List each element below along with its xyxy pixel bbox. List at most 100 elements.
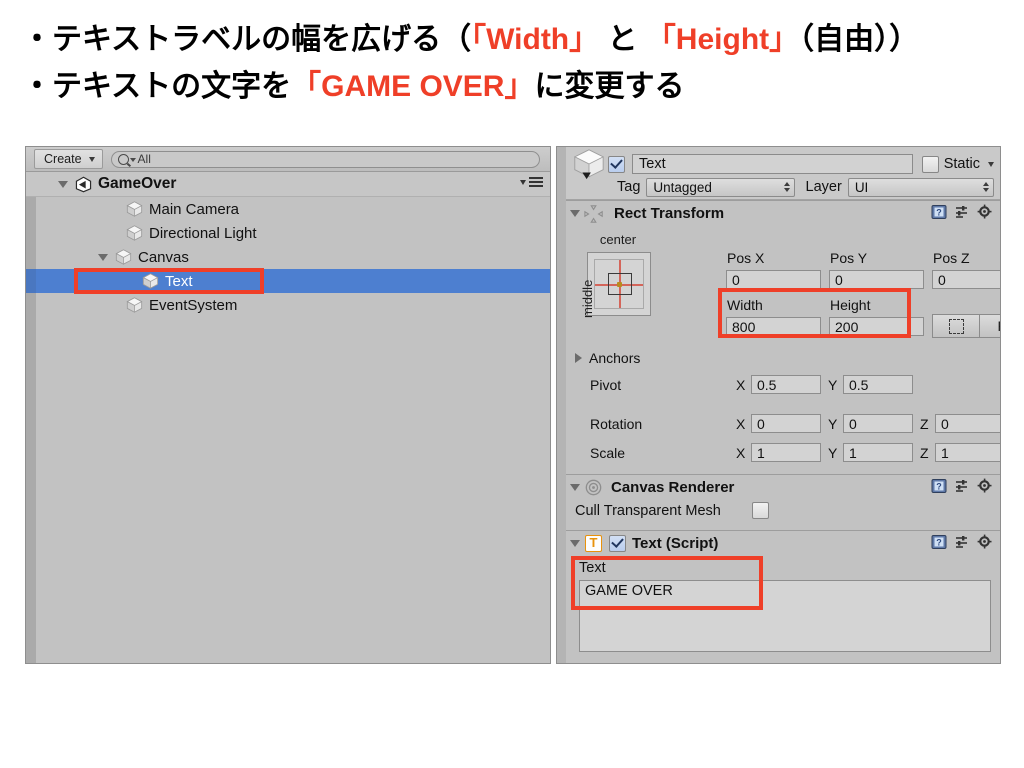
canvas-renderer-header[interactable]: Canvas Renderer ?: [566, 475, 1000, 500]
bullet-1-prefix: ・テキストラベルの幅を広げる（: [22, 23, 472, 56]
scale-x-axis: X: [736, 445, 746, 461]
pivot-x-input[interactable]: 0.5: [751, 375, 821, 394]
pivot-y-input[interactable]: 0.5: [843, 375, 913, 394]
gear-icon[interactable]: [977, 204, 993, 220]
hierarchy-scene-row[interactable]: GameOver: [26, 172, 550, 197]
gear-icon[interactable]: [977, 534, 993, 550]
anchor-preset-widget[interactable]: [587, 252, 651, 316]
triangle-down-icon[interactable]: [98, 253, 108, 261]
rotation-x-input[interactable]: 0: [751, 414, 821, 433]
text-field-label: Text: [579, 560, 606, 576]
pos-x-label: Pos X: [727, 250, 765, 266]
cull-transparent-mesh-label: Cull Transparent Mesh: [575, 503, 721, 519]
pivot-x-axis: X: [736, 377, 746, 393]
chevron-down-icon[interactable]: [988, 161, 994, 167]
triangle-down-icon[interactable]: [570, 210, 580, 217]
anchor-horizontal-label: center: [599, 232, 637, 247]
pos-y-label: Pos Y: [830, 250, 868, 266]
pos-z-value: 0: [938, 271, 946, 288]
rotation-y-input[interactable]: 0: [843, 414, 913, 433]
layer-value: UI: [854, 179, 869, 195]
canvas-renderer-icon: [585, 479, 602, 496]
width-value: 800: [732, 318, 756, 335]
bullet-1-keyword-width: 「Width」: [471, 23, 600, 56]
scale-z-axis: Z: [920, 445, 929, 461]
svg-text:?: ?: [936, 207, 942, 217]
svg-text:?: ?: [936, 537, 942, 547]
gameobject-cube-icon: [126, 225, 143, 241]
gameobject-name-input[interactable]: Text: [632, 154, 913, 174]
scale-y-axis: Y: [828, 445, 838, 461]
static-checkbox[interactable]: [921, 155, 939, 173]
gameobject-enabled-checkbox[interactable]: [608, 155, 625, 173]
text-content-textarea[interactable]: GAME OVER: [579, 580, 991, 652]
anchors-foldout[interactable]: Anchors: [575, 350, 640, 366]
gameobject-cube-icon: [142, 273, 159, 289]
gameobject-header: Text Static Tag Untagged Layer UI: [566, 147, 1000, 200]
gameobject-name-value: Text: [639, 156, 666, 172]
rotation-y-axis: Y: [828, 416, 838, 432]
hierarchy-item-text[interactable]: Text: [26, 269, 550, 293]
rotation-label: Rotation: [590, 416, 643, 432]
width-label: Width: [727, 297, 763, 313]
gameobject-cube-icon: [115, 249, 132, 265]
anchors-label: Anchors: [589, 350, 641, 366]
rotation-y-value: 0: [849, 415, 857, 432]
text-script-header[interactable]: T Text (Script) ?: [566, 531, 1000, 556]
static-label: Static: [943, 156, 980, 172]
triangle-down-icon[interactable]: [570, 540, 580, 547]
row-gutter: [26, 172, 36, 196]
hierarchy-item-eventsystem[interactable]: EventSystem: [26, 293, 550, 317]
hierarchy-options-icon[interactable]: [520, 177, 543, 187]
row-gutter: [26, 197, 36, 221]
text-script-enabled-checkbox[interactable]: [609, 535, 626, 552]
help-icon[interactable]: ?: [931, 478, 947, 494]
static-toggle[interactable]: Static: [921, 155, 994, 173]
cull-transparent-mesh-checkbox[interactable]: [752, 502, 769, 519]
gameobject-cube-icon: [126, 297, 143, 313]
tag-value: Untagged: [653, 179, 712, 195]
triangle-down-icon[interactable]: [570, 484, 580, 491]
height-label: Height: [830, 297, 871, 313]
help-icon[interactable]: ?: [931, 534, 947, 550]
gear-icon[interactable]: [977, 478, 993, 494]
height-input[interactable]: 200: [829, 317, 924, 336]
hierarchy-item-main-camera[interactable]: Main Camera: [26, 197, 550, 221]
gameobject-cube-icon: [126, 201, 143, 217]
layer-dropdown[interactable]: UI: [847, 177, 994, 197]
search-input[interactable]: All: [110, 150, 540, 168]
rotation-x-axis: X: [736, 416, 746, 432]
pos-z-input[interactable]: 0: [932, 270, 1000, 289]
scale-x-input[interactable]: 1: [751, 443, 821, 462]
preset-icon[interactable]: [954, 478, 970, 494]
canvas-renderer-body: Cull Transparent Mesh: [566, 500, 1000, 530]
pos-y-input[interactable]: 0: [829, 270, 924, 289]
help-icon[interactable]: ?: [931, 204, 947, 220]
triangle-right-icon[interactable]: [575, 353, 582, 363]
preset-icon[interactable]: [954, 204, 970, 220]
inspector-gutter: [557, 147, 566, 663]
preset-icon[interactable]: [954, 534, 970, 550]
text-component-icon: T: [585, 535, 602, 552]
chevron-down-icon: [129, 158, 136, 162]
raw-edit-button[interactable]: R: [979, 314, 1000, 338]
hierarchy-item-label: Main Camera: [149, 200, 240, 218]
scale-z-input[interactable]: 1: [935, 443, 1000, 462]
blueprint-mode-button[interactable]: [932, 314, 979, 338]
tag-dropdown[interactable]: Untagged: [646, 177, 795, 197]
scale-y-input[interactable]: 1: [843, 443, 913, 462]
row-gutter: [26, 221, 36, 245]
hierarchy-item-canvas[interactable]: Canvas: [26, 245, 550, 269]
gameobject-cube-icon: [570, 147, 608, 181]
triangle-down-icon[interactable]: [58, 180, 68, 188]
width-input[interactable]: 800: [726, 317, 821, 336]
rotation-z-input[interactable]: 0: [935, 414, 1000, 433]
rect-transform-header[interactable]: Rect Transform ?: [566, 201, 1000, 226]
hierarchy-item-directional-light[interactable]: Directional Light: [26, 221, 550, 245]
text-script-title: Text (Script): [632, 535, 719, 552]
pos-x-input[interactable]: 0: [726, 270, 821, 289]
hierarchy-item-label: EventSystem: [149, 296, 238, 314]
hierarchy-toolbar: Create All: [26, 147, 550, 172]
create-button[interactable]: Create: [34, 149, 103, 169]
rotation-z-axis: Z: [920, 416, 929, 432]
